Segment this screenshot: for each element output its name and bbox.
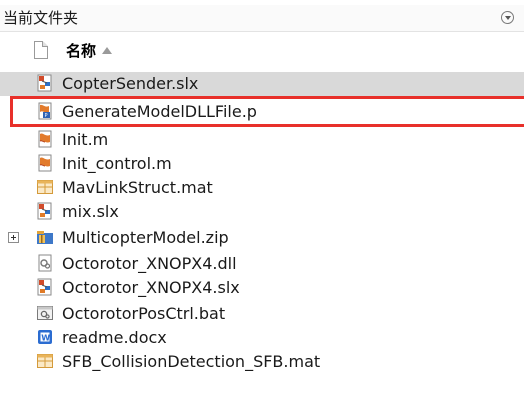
simulink-model-icon: [37, 202, 52, 220]
file-name: Octorotor_XNOPX4.dll: [62, 254, 237, 273]
dll-file-icon: [38, 254, 52, 272]
file-row[interactable]: mix.slx: [0, 200, 524, 224]
file-name: readme.docx: [62, 328, 167, 347]
word-document-icon: W: [38, 330, 52, 344]
zip-archive-icon: [37, 231, 53, 244]
mat-file-icon: [37, 354, 53, 368]
sort-ascending-icon: [102, 47, 113, 54]
file-name: MulticopterModel.zip: [62, 228, 229, 247]
document-icon: [34, 41, 48, 59]
simulink-model-icon: [37, 278, 52, 296]
p-code-file-icon: P: [38, 102, 52, 120]
svg-text:W: W: [41, 333, 50, 342]
svg-text:P: P: [45, 113, 48, 119]
file-name: Init_control.m: [62, 154, 172, 173]
file-row[interactable]: Octorotor_XNOPX4.slx: [0, 276, 524, 300]
matlab-script-icon: [38, 154, 52, 172]
file-name: Init.m: [62, 130, 109, 149]
file-row[interactable]: Init_control.m: [0, 152, 524, 176]
file-row[interactable]: P GenerateModelDLLFile.p: [0, 100, 524, 124]
file-name: Octorotor_XNOPX4.slx: [62, 278, 240, 297]
simulink-model-icon: [37, 74, 52, 92]
file-name: CopterSender.slx: [62, 74, 199, 93]
matlab-script-icon: [38, 130, 52, 148]
file-name: MavLinkStruct.mat: [62, 178, 213, 197]
column-header-name[interactable]: 名称: [32, 40, 512, 66]
expand-plus-icon[interactable]: [8, 232, 19, 243]
file-row[interactable]: W readme.docx: [0, 326, 524, 350]
file-row[interactable]: SFB_CollisionDetection_SFB.mat: [0, 350, 524, 374]
file-name: OctorotorPosCtrl.bat: [62, 304, 226, 323]
batch-file-icon: [37, 306, 53, 320]
file-row[interactable]: MavLinkStruct.mat: [0, 176, 524, 200]
file-row[interactable]: OctorotorPosCtrl.bat: [0, 302, 524, 326]
current-folder-panel: 当前文件夹 名称 CopterSender.slx P GenerateMode…: [0, 0, 524, 401]
file-name: GenerateModelDLLFile.p: [62, 102, 257, 121]
file-name: SFB_CollisionDetection_SFB.mat: [62, 352, 321, 371]
column-name-label: 名称: [66, 42, 97, 60]
collapse-icon[interactable]: [501, 11, 514, 24]
file-row[interactable]: MulticopterModel.zip: [0, 226, 524, 250]
file-row[interactable]: Octorotor_XNOPX4.dll: [0, 252, 524, 276]
mat-file-icon: [37, 180, 53, 194]
panel-title: 当前文件夹: [3, 9, 79, 27]
file-name: mix.slx: [62, 202, 119, 221]
file-row[interactable]: Init.m: [0, 128, 524, 152]
file-row[interactable]: CopterSender.slx: [0, 72, 524, 96]
panel-header: 当前文件夹: [0, 5, 524, 32]
